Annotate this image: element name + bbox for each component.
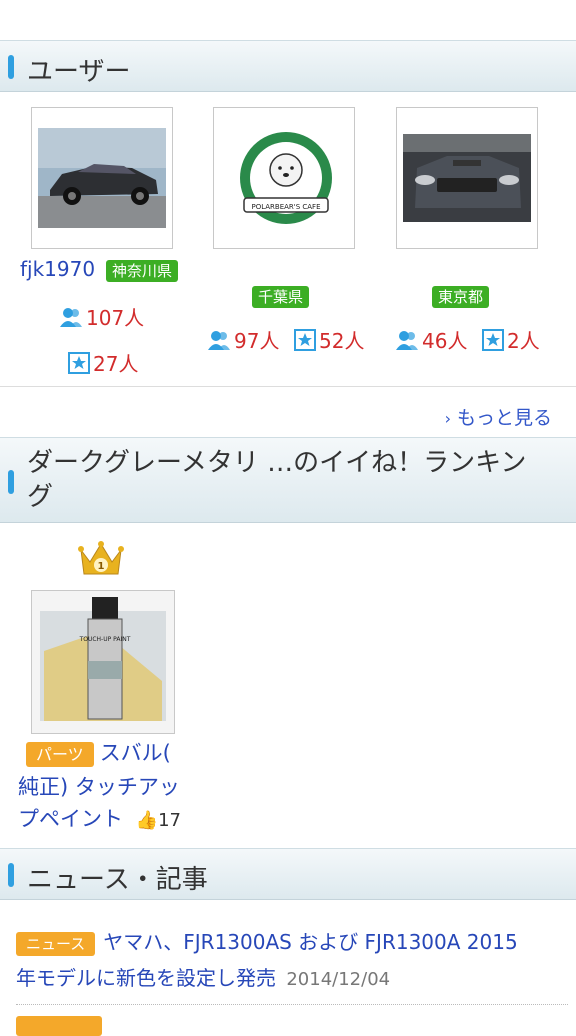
svg-text:1: 1: [98, 561, 105, 572]
favorites-count: 52人: [319, 329, 365, 353]
more-link-label: もっと見る: [456, 407, 552, 429]
ranking-item-title-2[interactable]: 純正) タッチアッ: [18, 775, 180, 799]
ranking-section-title: ダークグレーメタリ …のイイね！ランキン グ: [27, 448, 527, 512]
thumbs-up-icon: 👍: [135, 810, 159, 831]
followers-icon: [60, 307, 82, 327]
favorites-count: 27人: [93, 352, 139, 376]
followers-icon: [208, 330, 230, 350]
section-accent-bar: [8, 863, 14, 887]
svg-text:TOUCH-UP PAINT: TOUCH-UP PAINT: [79, 636, 131, 643]
more-link[interactable]: › もっと見る: [445, 403, 552, 430]
dotted-divider: [16, 1004, 568, 1005]
ranking-item-image[interactable]: TOUCH-UP PAINT: [31, 590, 175, 734]
news-item[interactable]: ニュース ヤマハ、FJR1300AS および FJR1300A 2015 年モデル…: [16, 925, 566, 997]
followers-count: 46人: [422, 329, 468, 353]
user-favorites-1: 27人: [68, 348, 138, 377]
star-icon: [482, 328, 504, 351]
favorites-count: 2人: [507, 329, 540, 353]
ranking-section-header: ダークグレーメタリ …のイイね！ランキン グ: [0, 437, 576, 523]
news-category-badge: ニュース: [16, 932, 96, 956]
star-icon: [68, 351, 90, 374]
user-followers-2: 97人: [208, 325, 279, 354]
category-badge: パーツ: [26, 742, 94, 767]
ranking-item-title-1[interactable]: スバル(: [100, 741, 171, 765]
user-avatar-2[interactable]: POLARBEAR'S CAFE: [213, 107, 355, 249]
user-name-1[interactable]: fjk1970: [20, 257, 95, 281]
ranking-item-text: パーツ スバル( 純正) タッチアッ プペイント 👍17: [18, 737, 198, 837]
user-avatar-1[interactable]: [31, 107, 173, 249]
user-followers-1: 107人: [60, 302, 144, 331]
news-title-line-2[interactable]: 年モデルに新色を設定し発売: [16, 966, 276, 990]
svg-text:POLARBEAR'S CAFE: POLARBEAR'S CAFE: [251, 203, 320, 211]
news-date: 2014/12/04: [286, 969, 391, 990]
user-prefecture-1: 神奈川県: [106, 260, 179, 282]
followers-count: 97人: [234, 329, 280, 353]
section-accent-bar: [8, 55, 14, 79]
users-section-title: ユーザー: [27, 57, 131, 87]
divider: [0, 386, 576, 387]
like-count: 17: [158, 810, 182, 831]
next-news-badge: [16, 1016, 102, 1036]
user-avatar-3[interactable]: [396, 107, 538, 249]
news-section-header: ニュース・記事: [0, 848, 576, 900]
top-strip: [0, 0, 576, 40]
star-icon: [294, 328, 316, 351]
chevron-right-icon: ›: [444, 409, 451, 428]
section-accent-bar: [8, 470, 14, 494]
followers-icon: [396, 330, 418, 350]
news-title-line-1[interactable]: ヤマハ、FJR1300AS および FJR1300A 2015: [103, 930, 517, 954]
user-prefecture-2: 千葉県: [252, 286, 310, 308]
user-favorites-3: 2人: [482, 325, 540, 354]
followers-count: 107人: [86, 306, 145, 330]
user-favorites-2: 52人: [294, 325, 364, 354]
user-followers-3: 46人: [396, 325, 467, 354]
news-section-title: ニュース・記事: [27, 865, 208, 895]
crown-icon: 1: [78, 541, 124, 575]
users-section-header: ユーザー: [0, 40, 576, 92]
ranking-item-title-3[interactable]: プペイント: [18, 807, 123, 831]
user-prefecture-3: 東京都: [432, 286, 490, 308]
